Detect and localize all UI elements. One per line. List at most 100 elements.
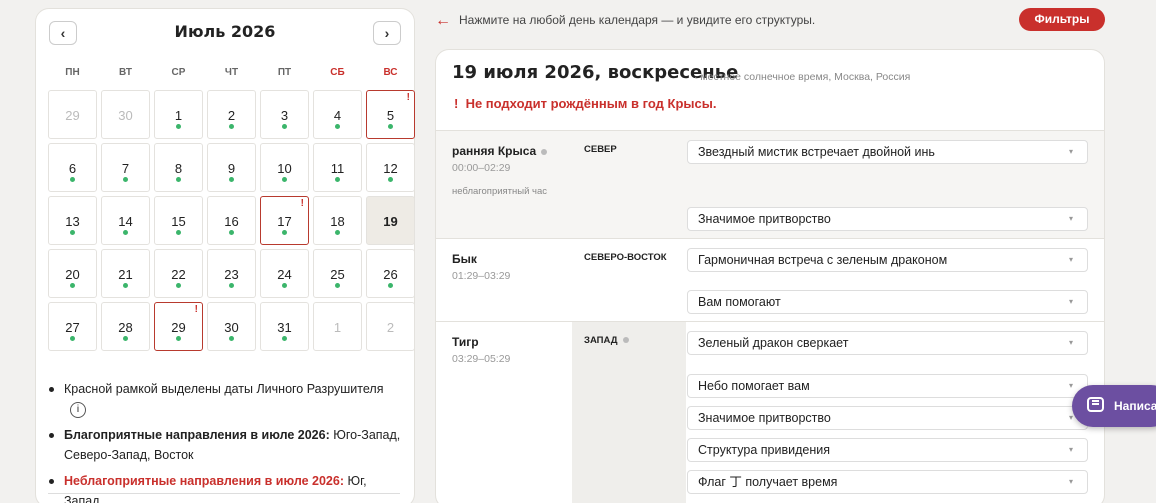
structure-select[interactable]: Зеленый дракон сверкает ▾ — [687, 331, 1088, 355]
calendar-day[interactable]: 14 — [101, 196, 150, 245]
calendar-day[interactable]: 27 — [48, 302, 97, 351]
calendar-day[interactable]: 18 — [313, 196, 362, 245]
structure-select[interactable]: Вам помогают ▾ — [687, 290, 1088, 314]
day-number: 19 — [383, 214, 398, 229]
calendar-day[interactable]: 2 — [207, 90, 256, 139]
calendar-day[interactable]: 22 — [154, 249, 203, 298]
calendar-day[interactable]: 10 — [260, 143, 309, 192]
slot-time: 00:00–02:29 — [452, 162, 511, 174]
day-number: 30 — [118, 108, 133, 123]
calendar-day[interactable]: 29 — [48, 90, 97, 139]
direction-column — [572, 322, 686, 503]
calendar-day[interactable]: 21 — [101, 249, 150, 298]
favorable-dot — [335, 124, 340, 129]
slot-direction: ЗАПАД — [584, 335, 629, 346]
arrow-left-icon: ← — [435, 12, 451, 29]
calendar-day[interactable]: 30 — [207, 302, 256, 351]
favorable-dot — [282, 230, 287, 235]
favorable-dot — [176, 336, 181, 341]
day-number: 2 — [227, 108, 236, 123]
calendar-day[interactable]: 3 — [260, 90, 309, 139]
favorable-dot — [123, 283, 128, 288]
calendar-day-destruction[interactable]: ! 5 — [366, 90, 415, 139]
calendar-day[interactable]: 8 — [154, 143, 203, 192]
day-number: 17 — [277, 214, 292, 229]
day-number: 11 — [330, 161, 345, 176]
calendar-day[interactable]: 1 — [154, 90, 203, 139]
structure-select[interactable]: Значимое притворство ▾ — [687, 406, 1088, 430]
calendar-day[interactable]: 1 — [313, 302, 362, 351]
calendar-day-destruction[interactable]: ! 17 — [260, 196, 309, 245]
structure-select[interactable]: Гармоничная встреча с зеленым драконом ▾ — [687, 248, 1088, 272]
calendar-day[interactable]: 23 — [207, 249, 256, 298]
calendar-day[interactable]: 12 — [366, 143, 415, 192]
info-icon[interactable]: i — [70, 401, 86, 418]
warning: ! Не подходит рождённым в год Крысы. — [454, 96, 716, 111]
day-number: 24 — [277, 267, 292, 282]
calendar-day[interactable]: 26 — [366, 249, 415, 298]
unfavorable-label: Неблагоприятные направления в июле 2026: — [64, 474, 344, 488]
chat-icon — [1087, 397, 1104, 412]
calendar-day[interactable]: 13 — [48, 196, 97, 245]
favorable-dot — [388, 177, 393, 182]
slot-name: Тигр — [452, 335, 479, 349]
favorable-dot — [176, 124, 181, 129]
structure-select[interactable]: Флаг 丁 получает время ▾ — [687, 470, 1088, 494]
weekday: СР — [171, 67, 186, 78]
day-number: 29 — [171, 320, 186, 335]
chevron-down-icon: ▾ — [1068, 477, 1073, 486]
day-number: 23 — [224, 267, 239, 282]
select-value: Звездный мистик встречает двойной инь — [698, 145, 935, 159]
day-number: 26 — [383, 267, 398, 282]
calendar-day-destruction[interactable]: ! 29 — [154, 302, 203, 351]
chevron-down-icon: ▾ — [1068, 338, 1073, 347]
slot-direction: СЕВЕРО-ВОСТОК — [584, 252, 667, 263]
calendar-day-selected[interactable]: 19 — [366, 196, 415, 245]
favorable-dot — [229, 124, 234, 129]
weekday: ВС — [383, 67, 398, 78]
favorable-dot — [229, 336, 234, 341]
favorable-dot — [123, 336, 128, 341]
calendar-day[interactable]: 2 — [366, 302, 415, 351]
day-number: 9 — [227, 161, 236, 176]
slot-name: ранняя Крыса — [452, 144, 548, 158]
structure-select[interactable]: Небо помогает вам ▾ — [687, 374, 1088, 398]
weekday: ПТ — [277, 67, 292, 78]
day-number: 30 — [224, 320, 239, 335]
day-number: 22 — [171, 267, 186, 282]
filters-button[interactable]: Фильтры — [1019, 8, 1105, 31]
hour-slot: ранняя Крыса 00:00–02:29 неблагоприятный… — [436, 130, 1104, 238]
slot-time: 01:29–03:29 — [452, 270, 511, 282]
destruction-mark: ! — [194, 304, 198, 315]
favorable-dot — [176, 230, 181, 235]
calendar-day[interactable]: 15 — [154, 196, 203, 245]
next-month-button[interactable]: › — [373, 21, 401, 45]
day-number: 4 — [333, 108, 342, 123]
structure-select[interactable]: Структура привидения ▾ — [687, 438, 1088, 462]
calendar-day[interactable]: 4 — [313, 90, 362, 139]
favorable-dot — [335, 177, 340, 182]
calendar-day[interactable]: 9 — [207, 143, 256, 192]
favorable-dot — [123, 177, 128, 182]
calendar-day[interactable]: 28 — [101, 302, 150, 351]
slot-name: Бык — [452, 252, 477, 266]
calendar-day[interactable]: 24 — [260, 249, 309, 298]
day-number: 1 — [174, 108, 183, 123]
slot-direction-text: ЗАПАД — [584, 335, 618, 346]
calendar-day[interactable]: 6 — [48, 143, 97, 192]
day-number: 1 — [333, 320, 342, 335]
slot-direction: СЕВЕР — [584, 144, 617, 155]
calendar-day[interactable]: 25 — [313, 249, 362, 298]
calendar-day[interactable]: 16 — [207, 196, 256, 245]
calendar-day[interactable]: 7 — [101, 143, 150, 192]
calendar-title: Июль 2026 — [174, 22, 276, 41]
structure-select[interactable]: Значимое притворство ▾ — [687, 207, 1088, 231]
calendar-day[interactable]: 31 — [260, 302, 309, 351]
note-item: Благоприятные направления в июле 2026: Ю… — [48, 425, 403, 465]
favorable-dot — [282, 336, 287, 341]
structure-select[interactable]: Звездный мистик встречает двойной инь ▾ — [687, 140, 1088, 164]
calendar-day[interactable]: 11 — [313, 143, 362, 192]
calendar-day[interactable]: 20 — [48, 249, 97, 298]
chat-button[interactable]: Написать — [1072, 385, 1156, 427]
calendar-day[interactable]: 30 — [101, 90, 150, 139]
